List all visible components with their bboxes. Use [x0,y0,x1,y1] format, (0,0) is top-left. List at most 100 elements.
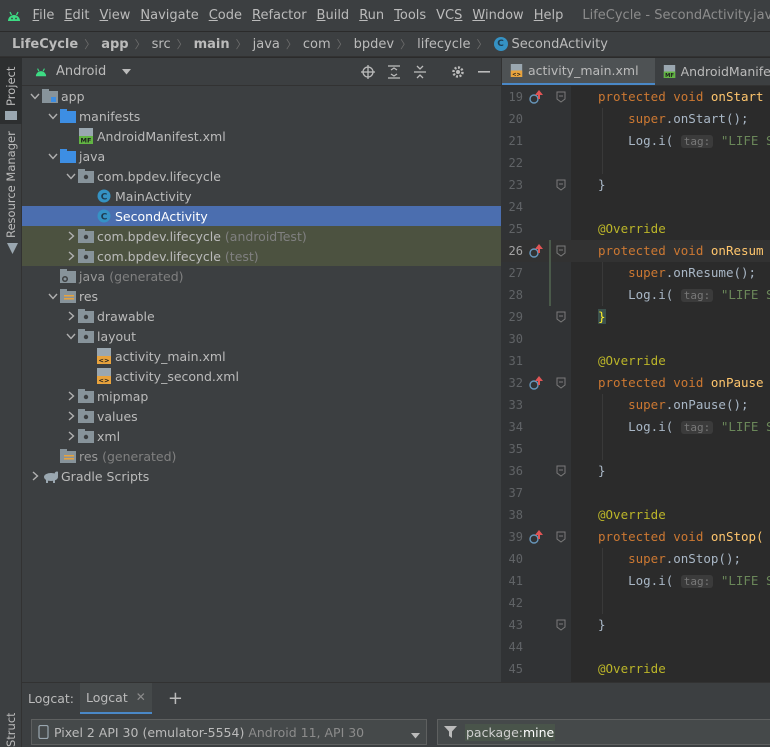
chevron-down-icon[interactable] [28,86,42,106]
code-line[interactable]: 21 Log.i( tag: "LIFE SI [501,130,770,152]
code-line[interactable]: 42 [501,592,770,614]
code-line[interactable]: 31 @Override [501,350,770,372]
code-line[interactable]: 22 [501,152,770,174]
tree-item[interactable]: manifests [22,106,501,126]
fold-icon[interactable] [556,377,566,389]
code-line[interactable]: 19 protected void onStart [501,86,770,108]
code-line[interactable]: 27 super.onResume(); [501,262,770,284]
tab-logcat[interactable]: Logcat ✕ [79,682,152,715]
project-tool-tab[interactable]: Project [0,58,22,124]
fold-icon[interactable] [556,531,566,543]
structure-tool-tab[interactable]: Structure [0,713,22,747]
code-line[interactable]: 20 super.onStart(); [501,108,770,130]
tree-item[interactable]: mipmap [22,386,501,406]
breadcrumb-item[interactable]: C SecondActivity [493,37,608,52]
menu-navigate[interactable]: Navigate [135,8,203,23]
menu-view[interactable]: View [95,8,136,23]
tree-item[interactable]: java [22,146,501,166]
device-selector[interactable]: Pixel 2 API 30 (emulator-5554) Android 1… [31,719,427,745]
chevron-down-icon[interactable] [46,106,60,126]
code-line[interactable]: 35 [501,438,770,460]
add-tab-button[interactable]: + [168,688,183,709]
tree-item[interactable]: com.bpdev.lifecycle [22,166,501,186]
menu-run[interactable]: Run [354,8,389,23]
code-line[interactable]: 28 Log.i( tag: "LIFE SI [501,284,770,306]
chevron-down-icon[interactable] [64,166,78,186]
menu-tools[interactable]: Tools [389,8,431,23]
chevron-right-icon[interactable] [28,466,42,486]
code-line[interactable]: 44 [501,636,770,658]
code-line[interactable]: 33 super.onPause(); [501,394,770,416]
breadcrumb-item[interactable]: src [152,37,171,52]
tree-item[interactable]: layout [22,326,501,346]
resource-manager-tool-tab[interactable]: Resource Manager [0,131,22,254]
chevron-down-icon[interactable] [46,286,60,306]
breadcrumb-item[interactable]: app [101,37,128,52]
code-line[interactable]: 38 @Override [501,504,770,526]
close-icon[interactable]: ✕ [136,690,146,704]
breadcrumb-item[interactable]: main [194,37,230,52]
chevron-right-icon[interactable] [64,246,78,266]
tree-item[interactable]: MF AndroidManifest.xml [22,126,501,146]
override-gutter-icon[interactable] [529,530,543,544]
menu-vcs[interactable]: VCS [431,8,467,23]
breadcrumb-item[interactable]: LifeCycle [12,37,78,52]
editor-tab[interactable]: <> activity_main.xml [502,58,655,85]
chevron-down-icon[interactable] [64,326,78,346]
code-editor[interactable]: 19 protected void onStart 20 super.onStart… [501,86,770,682]
gear-icon[interactable] [447,61,469,83]
code-line[interactable]: 36} [501,460,770,482]
tree-item[interactable]: drawable [22,306,501,326]
menu-file[interactable]: File [28,8,60,23]
tree-item[interactable]: app [22,86,501,106]
tree-item[interactable]: res (generated) [22,446,501,466]
chevron-right-icon[interactable] [64,306,78,326]
breadcrumb-item[interactable]: bpdev [354,37,394,52]
override-gutter-icon[interactable] [529,376,543,390]
chevron-right-icon[interactable] [64,226,78,246]
code-line[interactable]: 45 @Override [501,658,770,680]
code-line[interactable]: 41 Log.i( tag: "LIFE SI [501,570,770,592]
breadcrumb-item[interactable]: lifecycle [417,37,470,52]
tree-item[interactable]: <> activity_second.xml [22,366,501,386]
code-line[interactable]: 30 [501,328,770,350]
tree-item[interactable]: <> activity_main.xml [22,346,501,366]
code-line[interactable]: 23} [501,174,770,196]
fold-icon[interactable] [556,619,566,631]
chevron-right-icon[interactable] [64,426,78,446]
menu-help[interactable]: Help [529,8,569,23]
tree-item[interactable]: Gradle Scripts [22,466,501,486]
code-line[interactable]: 24 [501,196,770,218]
code-line[interactable]: 34 Log.i( tag: "LIFE SI [501,416,770,438]
hide-panel-icon[interactable] [473,61,495,83]
override-gutter-icon[interactable] [529,244,543,258]
fold-icon[interactable] [556,245,566,257]
tree-item[interactable]: xml [22,426,501,446]
chevron-right-icon[interactable] [64,406,78,426]
tree-item[interactable]: com.bpdev.lifecycle (androidTest) [22,226,501,246]
tree-item[interactable]: C MainActivity [22,186,501,206]
logcat-filter-input[interactable]: package:mine [437,719,770,745]
editor-tab[interactable]: MF AndroidManifest.xml [655,58,770,85]
fold-icon[interactable] [556,311,566,323]
code-line[interactable]: 37 [501,482,770,504]
fold-icon[interactable] [556,465,566,477]
chevron-down-icon[interactable] [46,146,60,166]
breadcrumb-item[interactable]: com [303,37,331,52]
menu-window[interactable]: Window [467,8,528,23]
tree-item[interactable]: java (generated) [22,266,501,286]
override-gutter-icon[interactable] [529,90,543,104]
menu-code[interactable]: Code [204,8,247,23]
tree-item[interactable]: res [22,286,501,306]
breadcrumb-item[interactable]: java [253,37,280,52]
tree-item[interactable]: C SecondActivity [22,206,501,226]
code-line[interactable]: 39 protected void onStop( [501,526,770,548]
locate-icon[interactable] [357,61,379,83]
code-line[interactable]: 26 protected void onResum [501,240,770,262]
fold-icon[interactable] [556,91,566,103]
menu-refactor[interactable]: Refactor [247,8,312,23]
tree-item[interactable]: com.bpdev.lifecycle (test) [22,246,501,266]
code-line[interactable]: 32 protected void onPause [501,372,770,394]
code-line[interactable]: 40 super.onStop(); [501,548,770,570]
code-line[interactable]: 29} [501,306,770,328]
